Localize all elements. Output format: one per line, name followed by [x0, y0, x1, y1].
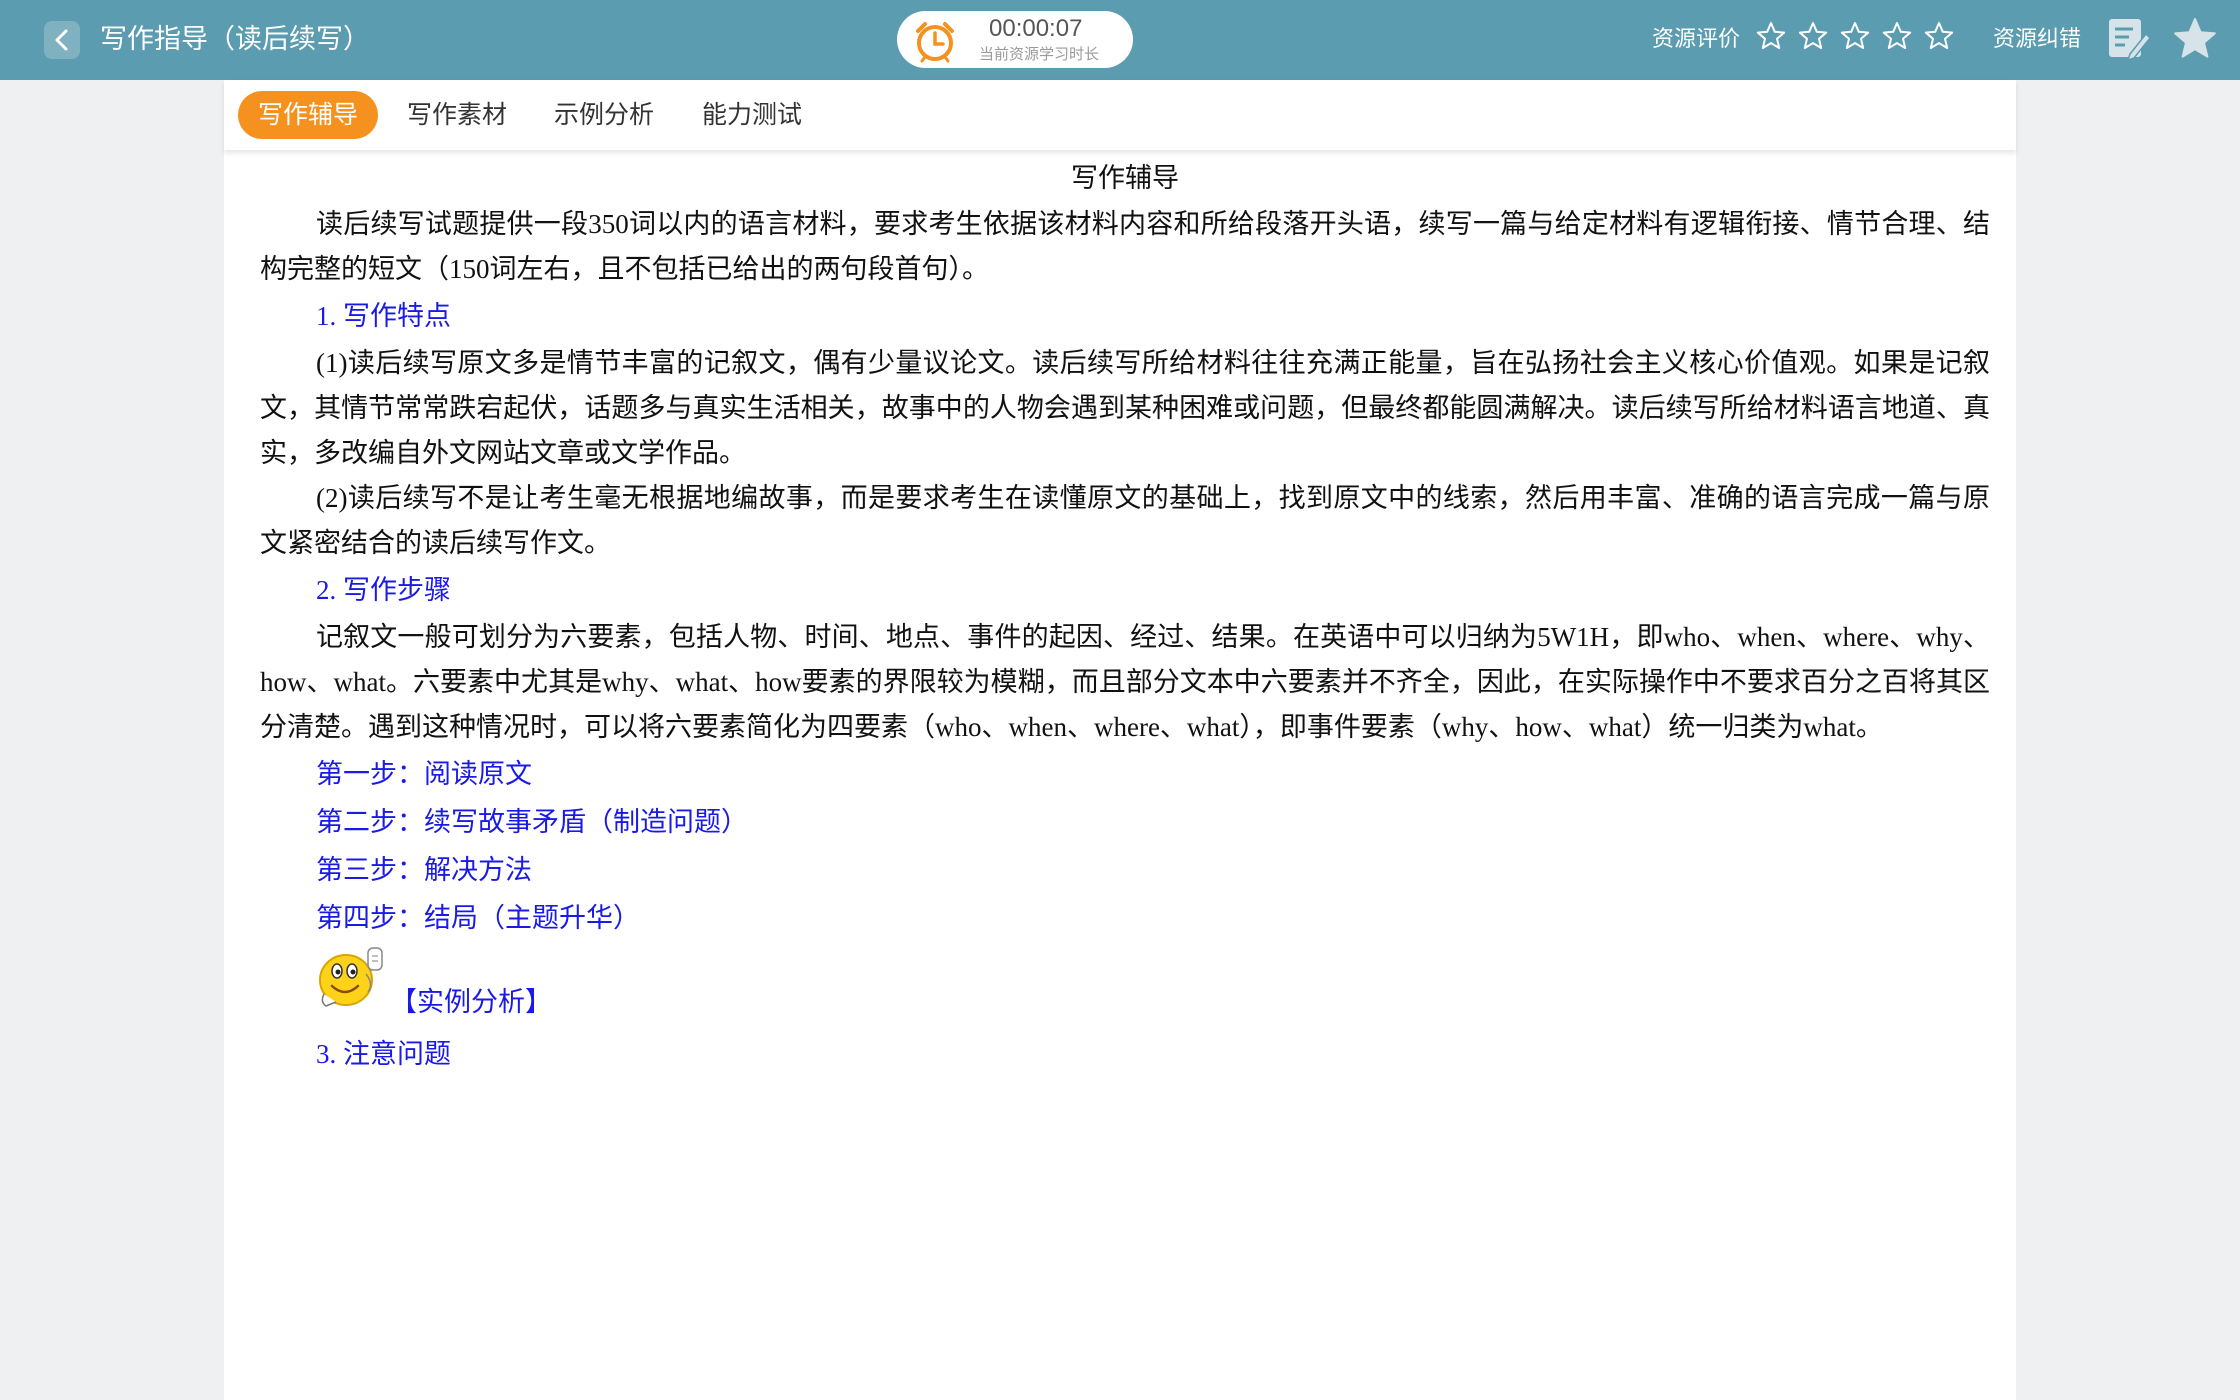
section-heading-steps: 2. 写作步骤 [316, 575, 451, 605]
document-title: 写作辅导 [1071, 163, 1179, 193]
step-3: 第三步：解决方法 [316, 855, 532, 885]
section-heading-notes: 3. 注意问题 [316, 1039, 451, 1069]
tab-example-analysis[interactable]: 示例分析 [554, 91, 654, 139]
timer-value: 00:00:07 [989, 15, 1083, 42]
step-2: 第二步：续写故事矛盾（制造问题） [316, 807, 748, 837]
step-1: 第一步：阅读原文 [316, 759, 532, 789]
section-heading-features: 1. 写作特点 [316, 301, 451, 331]
intro-paragraph: 读后续写试题提供一段350词以内的语言材料，要求考生依据该材料内容和所给段落开头… [260, 209, 1990, 284]
example-analysis-row: 【实例分析】 [260, 944, 1990, 1030]
tab-ability-test[interactable]: 能力测试 [702, 91, 802, 139]
example-analysis-link[interactable]: 【实例分析】 [390, 980, 552, 1024]
content-panel: 写作辅导 写作素材 示例分析 能力测试 写作辅导 读后续写试题提供一段350词以… [224, 80, 2016, 1400]
star-icon-4[interactable] [1881, 20, 1913, 52]
feature-paragraph-2: (2)读后续写不是让考生毫无根据地编故事，而是要求考生在读懂原文的基础上，找到原… [260, 483, 1990, 558]
smiley-thumbs-up-icon [319, 947, 383, 1007]
feature-paragraph-1: (1)读后续写原文多是情节丰富的记叙文，偶有少量议论文。读后续写所给材料往往充满… [260, 348, 1990, 468]
chevron-left-icon [55, 29, 68, 51]
document-body: 写作辅导 读后续写试题提供一段350词以内的语言材料，要求考生依据该材料内容和所… [260, 150, 1990, 1079]
rating-label: 资源评价 [1652, 27, 1741, 52]
error-report-label[interactable]: 资源纠错 [1993, 22, 2081, 58]
page-title: 写作指导（读后续写） [100, 24, 370, 55]
steps-paragraph: 记叙文一般可划分为六要素，包括人物、时间、地点、事件的起因、经过、结果。在英语中… [260, 622, 1990, 742]
tab-writing-guidance[interactable]: 写作辅导 [238, 91, 379, 139]
back-button[interactable] [44, 21, 80, 59]
tab-writing-materials[interactable]: 写作素材 [407, 91, 507, 139]
star-icon-3[interactable] [1839, 20, 1871, 52]
alarm-clock-icon [916, 22, 954, 63]
step-4: 第四步：结局（主题升华） [316, 903, 640, 933]
top-bar: 写作指导（读后续写） 00:00:07 当前资源学习时长 资源评价 资源纠错 [0, 0, 2240, 80]
star-icon-1[interactable] [1755, 20, 1787, 52]
favorite-star-icon[interactable] [2172, 16, 2218, 62]
star-icon-5[interactable] [1923, 20, 1955, 52]
edit-note-icon[interactable] [2106, 16, 2150, 62]
star-icon-2[interactable] [1797, 20, 1829, 52]
timer-caption: 当前资源学习时长 [979, 45, 1100, 63]
study-timer: 00:00:07 当前资源学习时长 [897, 11, 1133, 68]
rating-stars [1755, 20, 1955, 52]
tab-bar: 写作辅导 写作素材 示例分析 能力测试 [224, 80, 2016, 150]
